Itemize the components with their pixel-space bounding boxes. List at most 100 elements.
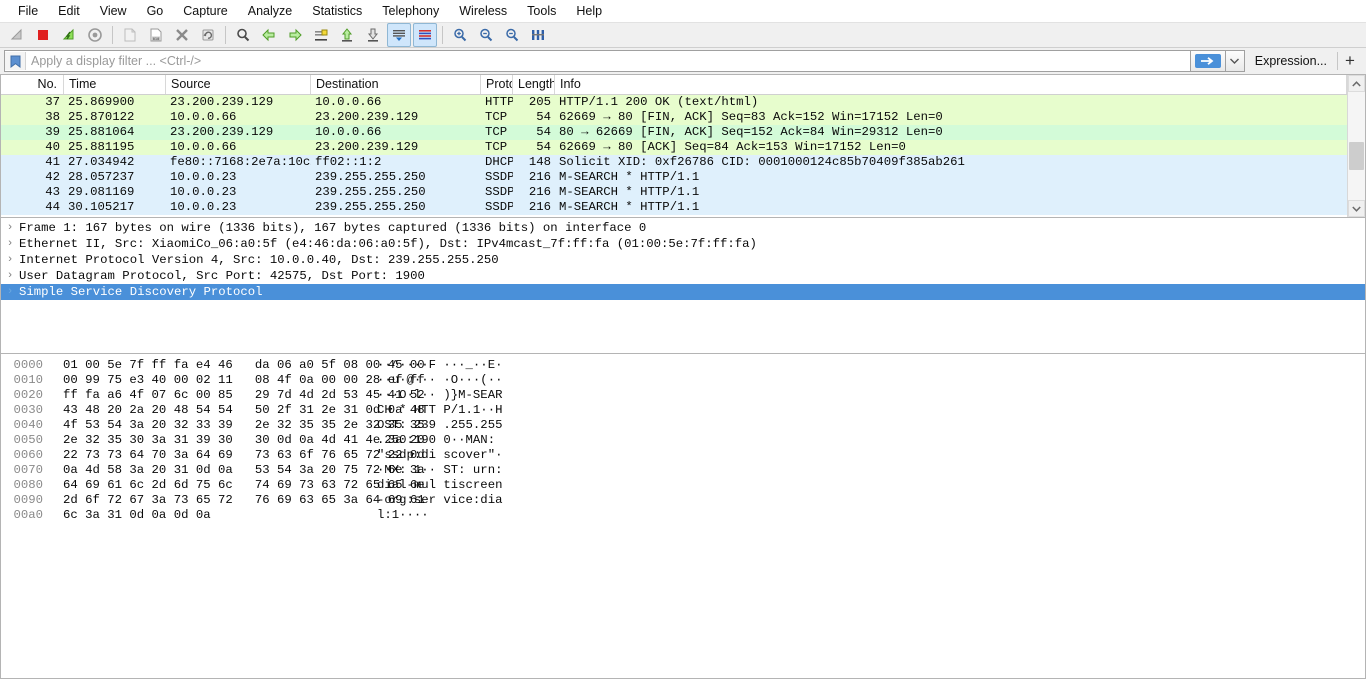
packet-info: M-SEARCH * HTTP/1.1	[559, 200, 700, 214]
menu-file[interactable]: File	[8, 0, 48, 22]
resize-columns-button[interactable]	[526, 23, 550, 47]
column-header-protocol[interactable]: Protocol	[481, 75, 513, 94]
packet-row[interactable]: 44 30.105217 10.0.0.23 239.255.255.250 SSDP 2…	[1, 200, 1347, 215]
hexdump-row[interactable]: 00a0 6c 3a 31 0d 0a 0d 0a l:1····	[1, 508, 1365, 523]
filter-history-dropdown[interactable]	[1225, 50, 1245, 72]
packet-row[interactable]: 42 28.057237 10.0.0.23 239.255.255.250 SSDP 2…	[1, 170, 1347, 185]
go-to-packet-button[interactable]	[309, 23, 333, 47]
reload-file-button[interactable]	[196, 23, 220, 47]
packet-destination: 23.200.239.129	[315, 110, 419, 124]
hexdump-ascii: .250:190 0··MAN:	[377, 433, 503, 447]
hexdump-offset: 0030	[13, 403, 43, 417]
hexdump-offset: 0080	[13, 478, 43, 492]
hexdump-row[interactable]: 0040 4f 53 54 3a 20 32 33 39 2e 32 35 35 …	[1, 418, 1365, 433]
hexdump-row[interactable]: 0020 ff fa a6 4f 07 6c 00 85 29 7d 4d 2d …	[1, 388, 1365, 403]
menu-help[interactable]: Help	[566, 0, 612, 22]
packet-source: 23.200.239.129	[170, 95, 274, 109]
display-filter-input[interactable]	[26, 52, 1190, 70]
zoom-in-button[interactable]	[448, 23, 472, 47]
capture-options-button[interactable]	[83, 23, 107, 47]
detail-row[interactable]: › User Datagram Protocol, Src Port: 42575…	[1, 268, 1365, 284]
scroll-down-button[interactable]	[1348, 200, 1365, 217]
hexdump-row[interactable]: 0070 0a 4d 58 3a 20 31 0d 0a 53 54 3a 20 …	[1, 463, 1365, 478]
find-packet-button[interactable]	[231, 23, 255, 47]
go-forward-button[interactable]	[283, 23, 307, 47]
detail-row[interactable]: › Ethernet II, Src: XiaomiCo_06:a0:5f (e4…	[1, 236, 1365, 252]
column-header-source[interactable]: Source	[166, 75, 311, 94]
scroll-up-button[interactable]	[1348, 75, 1365, 92]
packet-row[interactable]: 40 25.881195 10.0.0.66 23.200.239.129 TCP 54 6…	[1, 140, 1347, 155]
go-first-packet-button[interactable]	[335, 23, 359, 47]
zoom-out-button[interactable]	[474, 23, 498, 47]
add-filter-button[interactable]: +	[1338, 51, 1362, 71]
detail-row-label: User Datagram Protocol, Src Port: 42575,…	[19, 269, 425, 283]
chevron-right-icon[interactable]: ›	[1, 252, 19, 268]
packet-no: 42	[45, 170, 60, 184]
colorize-packets-button[interactable]	[413, 23, 437, 47]
hexdump-row[interactable]: 0060 22 73 73 64 70 3a 64 69 73 63 6f 76 …	[1, 448, 1365, 463]
menu-statistics[interactable]: Statistics	[302, 0, 372, 22]
packet-row[interactable]: 41 27.034942 fe80::7168:2e7a:10c… ff02::1:2…	[1, 155, 1347, 170]
column-header-info[interactable]: Info	[555, 75, 1347, 94]
chevron-right-icon[interactable]: ›	[1, 284, 19, 300]
menu-go[interactable]: Go	[137, 0, 174, 22]
apply-filter-arrow-icon	[1194, 54, 1221, 68]
menu-view[interactable]: View	[90, 0, 137, 22]
bookmark-icon[interactable]	[5, 52, 26, 70]
detail-row[interactable]: › Simple Service Discovery Protocol	[1, 284, 1365, 300]
detail-row[interactable]: › Frame 1: 167 bytes on wire (1336 bits),…	[1, 220, 1365, 236]
auto-scroll-button[interactable]	[387, 23, 411, 47]
hexdump-row[interactable]: 0080 64 69 61 6c 2d 6d 75 6c 74 69 73 63 …	[1, 478, 1365, 493]
detail-row[interactable]: › Internet Protocol Version 4, Src: 10.0.…	[1, 252, 1365, 268]
toolbar-separator-2	[225, 26, 226, 44]
hexdump-row[interactable]: 0050 2e 32 35 30 3a 31 39 30 30 0d 0a 4d …	[1, 433, 1365, 448]
apply-filter-button[interactable]	[1190, 50, 1226, 72]
hexdump-row[interactable]: 0000 01 00 5e 7f ff fa e4 46 da 06 a0 5f …	[1, 358, 1365, 373]
packet-row[interactable]: 39 25.881064 23.200.239.129 10.0.0.66 TCP 54 8…	[1, 125, 1347, 140]
packet-row[interactable]: 43 29.081169 10.0.0.23 239.255.255.250 SSDP 2…	[1, 185, 1347, 200]
packet-row[interactable]: 38 25.870122 10.0.0.66 23.200.239.129 TCP 54 6…	[1, 110, 1347, 125]
hexdump-hex: 6c 3a 31 0d 0a 0d 0a	[63, 508, 211, 522]
wireshark-window: File Edit View Go Capture Analyze Statis…	[0, 0, 1366, 679]
menu-wireless[interactable]: Wireless	[449, 0, 517, 22]
hexdump-ascii: l:1····	[377, 508, 429, 522]
restart-capture-button[interactable]	[57, 23, 81, 47]
menu-telephony[interactable]: Telephony	[372, 0, 449, 22]
go-back-button[interactable]	[257, 23, 281, 47]
hexdump-ascii: -org:ser vice:dia	[377, 493, 503, 507]
zoom-reset-button[interactable]	[500, 23, 524, 47]
go-last-packet-button[interactable]	[361, 23, 385, 47]
hexdump-row[interactable]: 0090 2d 6f 72 67 3a 73 65 72 76 69 63 65 …	[1, 493, 1365, 508]
packet-list-scrollbar[interactable]	[1347, 75, 1365, 217]
stop-capture-button[interactable]	[31, 23, 55, 47]
save-file-button[interactable]: 010	[144, 23, 168, 47]
hexdump-row[interactable]: 0030 43 48 20 2a 20 48 54 54 50 2f 31 2e …	[1, 403, 1365, 418]
scrollbar-thumb[interactable]	[1349, 141, 1364, 170]
menu-edit[interactable]: Edit	[48, 0, 90, 22]
packet-no: 39	[45, 125, 60, 139]
column-header-no[interactable]: No.	[1, 75, 64, 94]
menu-bar: File Edit View Go Capture Analyze Statis…	[0, 0, 1366, 22]
chevron-right-icon[interactable]: ›	[1, 236, 19, 252]
menu-analyze[interactable]: Analyze	[238, 0, 302, 22]
packet-time: 25.881195	[68, 140, 135, 154]
column-header-time[interactable]: Time	[64, 75, 166, 94]
chevron-right-icon[interactable]: ›	[1, 220, 19, 236]
menu-capture[interactable]: Capture	[173, 0, 237, 22]
expression-button[interactable]: Expression...	[1245, 51, 1337, 71]
close-file-button[interactable]	[170, 23, 194, 47]
packet-row[interactable]: 37 25.869900 23.200.239.129 10.0.0.66 HTTP 20…	[1, 95, 1347, 110]
hexdump-row[interactable]: 0010 00 99 75 e3 40 00 02 11 08 4f 0a 00 …	[1, 373, 1365, 388]
hexdump-hex: 4f 53 54 3a 20 32 33 39 2e 32 35 35 2e 3…	[63, 418, 425, 432]
packet-list-main: No. Time Source Destination Protocol Len…	[1, 75, 1347, 217]
packet-no: 43	[45, 185, 60, 199]
open-file-button[interactable]	[118, 23, 142, 47]
column-header-destination[interactable]: Destination	[311, 75, 481, 94]
menu-tools[interactable]: Tools	[517, 0, 566, 22]
scrollbar-track[interactable]	[1348, 92, 1365, 200]
packet-time: 25.881064	[68, 125, 135, 139]
column-header-length[interactable]: Length	[513, 75, 555, 94]
start-capture-button[interactable]	[5, 23, 29, 47]
display-filter-box[interactable]	[4, 50, 1191, 72]
chevron-right-icon[interactable]: ›	[1, 268, 19, 284]
